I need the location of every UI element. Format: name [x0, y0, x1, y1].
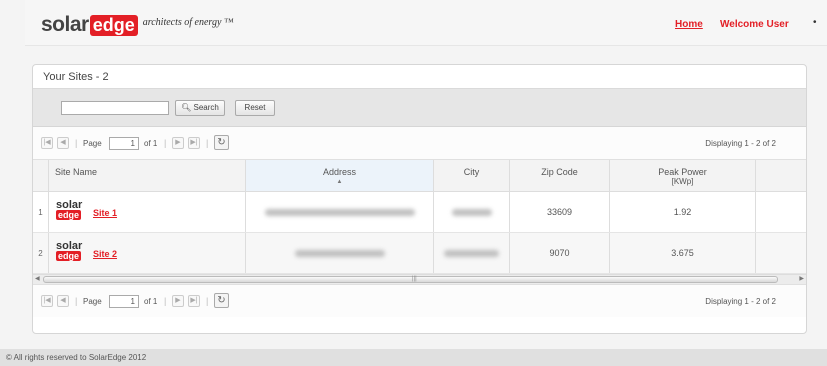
- page-label: Page: [83, 297, 102, 306]
- display-count: Displaying 1 - 2 of 2: [705, 297, 776, 306]
- prev-page-icon[interactable]: ◀: [57, 137, 69, 149]
- display-count: Displaying 1 - 2 of 2: [705, 139, 776, 148]
- last-page-icon[interactable]: ▶|: [188, 295, 200, 307]
- pager-separator: |: [206, 296, 209, 306]
- prev-page-icon[interactable]: ◀: [57, 295, 69, 307]
- site-logo: solar edge: [56, 200, 84, 220]
- table-row[interactable]: 1 solar edge Site 1 33609 1.92: [33, 192, 806, 233]
- last-page-icon[interactable]: ▶|: [188, 137, 200, 149]
- header-bar: solar edge architects of energy ™ Home W…: [25, 0, 827, 46]
- column-header-peak-power[interactable]: Peak Power [KWp]: [610, 160, 756, 191]
- pager-separator: |: [164, 138, 167, 148]
- page-number-input[interactable]: 1: [109, 295, 139, 308]
- city-cell-redacted: [434, 233, 510, 273]
- pager-separator: |: [75, 296, 78, 306]
- row-filler: [756, 233, 806, 273]
- scroll-right-icon[interactable]: ▶: [799, 275, 804, 282]
- search-button[interactable]: 🔍︎ Search: [175, 100, 225, 116]
- city-cell-redacted: [434, 192, 510, 232]
- zip-code-cell: 33609: [510, 192, 610, 232]
- site-name-cell: solar edge Site 2: [49, 233, 246, 273]
- zip-code-cell: 9070: [510, 233, 610, 273]
- search-input[interactable]: [61, 101, 169, 115]
- refresh-icon[interactable]: ↻: [214, 135, 229, 150]
- row-number-header: [33, 160, 49, 191]
- logo-tagline: architects of energy ™: [142, 16, 234, 28]
- pager-separator: |: [75, 138, 78, 148]
- header-filler: [756, 160, 806, 191]
- first-page-icon[interactable]: |◀: [41, 295, 53, 307]
- column-header-zip-code[interactable]: Zip Code: [510, 160, 610, 191]
- address-cell-redacted: [246, 192, 434, 232]
- scrollbar-grip-icon: |||: [412, 276, 417, 282]
- scroll-left-icon[interactable]: ◀: [35, 275, 40, 282]
- pager-separator: |: [164, 296, 167, 306]
- pager-bottom: |◀ ◀ | Page 1 of 1 | ▶ ▶| | ↻ Displaying…: [33, 284, 806, 317]
- site-link[interactable]: Site 1: [93, 208, 117, 218]
- grid-header-row: Site Name Address ▲ City Zip Code Peak P…: [33, 160, 806, 192]
- column-header-peak-unit: [KWp]: [671, 177, 694, 186]
- sort-ascending-icon: ▲: [336, 179, 343, 185]
- first-page-icon[interactable]: |◀: [41, 137, 53, 149]
- page-number-input[interactable]: 1: [109, 137, 139, 150]
- site-logo: solar edge: [56, 241, 84, 261]
- horizontal-scrollbar[interactable]: ◀ ||| ▶: [33, 274, 806, 284]
- column-header-address[interactable]: Address ▲: [246, 160, 434, 191]
- solaredge-logo[interactable]: solar edge architects of energy ™: [41, 13, 234, 37]
- site-name-cell: solar edge Site 1: [49, 192, 246, 232]
- footer-copyright: © All rights reserved to SolarEdge 2012: [0, 349, 827, 366]
- nav-user-menu[interactable]: Welcome User: [720, 19, 789, 30]
- next-page-icon[interactable]: ▶: [172, 295, 184, 307]
- sites-grid: Site Name Address ▲ City Zip Code Peak P…: [33, 160, 806, 284]
- nav-home-link[interactable]: Home: [675, 19, 703, 30]
- refresh-icon[interactable]: ↻: [214, 293, 229, 308]
- site-logo-solar: solar: [56, 199, 83, 211]
- search-icon: 🔍︎: [181, 103, 192, 112]
- search-button-label: Search: [193, 103, 219, 112]
- peak-power-cell: 3.675: [610, 233, 756, 273]
- logo-solar-text: solar: [41, 13, 89, 36]
- site-logo-edge: edge: [56, 210, 82, 220]
- site-logo-edge: edge: [56, 251, 82, 261]
- page-label: Page: [83, 139, 102, 148]
- column-header-city[interactable]: City: [434, 160, 510, 191]
- user-menu-dropdown-icon[interactable]: •: [813, 17, 817, 28]
- table-row[interactable]: 2 solar edge Site 2 9070 3.675: [33, 233, 806, 274]
- page-of-label: of 1: [144, 297, 158, 306]
- next-page-icon[interactable]: ▶: [172, 137, 184, 149]
- column-header-site-name[interactable]: Site Name: [49, 160, 246, 191]
- column-header-peak-label: Peak Power: [658, 167, 707, 177]
- site-logo-solar: solar: [56, 240, 83, 252]
- pager-top: |◀ ◀ | Page 1 of 1 | ▶ ▶| | ↻ Displaying…: [33, 127, 806, 160]
- pager-separator: |: [206, 138, 209, 148]
- address-cell-redacted: [246, 233, 434, 273]
- column-header-address-label: Address: [322, 167, 357, 177]
- search-toolbar: 🔍︎ Search Reset: [33, 89, 806, 127]
- reset-button[interactable]: Reset: [235, 100, 275, 116]
- site-link[interactable]: Site 2: [93, 249, 117, 259]
- peak-power-cell: 1.92: [610, 192, 756, 232]
- panel-title: Your Sites - 2: [33, 65, 806, 89]
- row-number: 1: [33, 192, 49, 232]
- sites-panel: Your Sites - 2 🔍︎ Search Reset |◀ ◀ | Pa…: [32, 64, 807, 334]
- logo-edge-text: edge: [89, 14, 138, 36]
- row-number: 2: [33, 233, 49, 273]
- row-filler: [756, 192, 806, 232]
- page-of-label: of 1: [144, 139, 158, 148]
- scrollbar-thumb[interactable]: |||: [43, 276, 778, 283]
